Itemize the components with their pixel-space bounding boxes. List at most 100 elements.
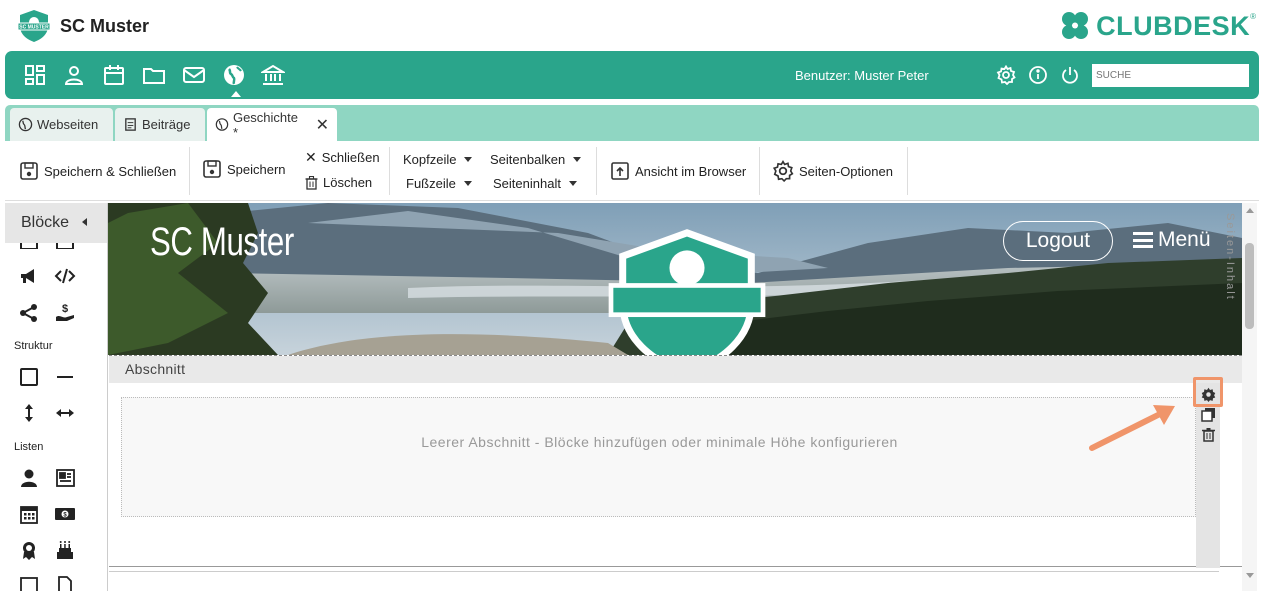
photo-list-icon[interactable] xyxy=(18,575,40,591)
footer-dropdown-label: Fußzeile xyxy=(406,176,456,191)
page-content-dropdown-label: Seiteninhalt xyxy=(493,176,561,191)
scroll-thumb[interactable] xyxy=(1245,243,1254,329)
globe-icon xyxy=(18,117,33,132)
blocks-sidebar: Blöcke $ Struktur Listen $ xyxy=(5,203,107,591)
brand[interactable]: SC MUSTER SC Muster xyxy=(16,9,149,43)
toolbar-divider xyxy=(189,147,190,195)
save-close-button[interactable]: Speichern & Schließen xyxy=(19,161,176,181)
save-button[interactable]: Speichern xyxy=(202,159,286,179)
calendar-icon[interactable] xyxy=(102,63,126,87)
close-icon[interactable]: ✕ xyxy=(316,115,329,135)
svg-text:$: $ xyxy=(62,303,68,315)
preview-scrollbar[interactable] xyxy=(1242,203,1257,591)
save-label: Speichern xyxy=(227,161,286,177)
trash-icon xyxy=(305,175,318,190)
trash-icon[interactable] xyxy=(1201,427,1216,442)
bank-icon[interactable] xyxy=(259,63,287,87)
hamburger-icon xyxy=(1133,232,1153,248)
gear-icon xyxy=(772,160,794,182)
code-icon[interactable] xyxy=(54,265,76,287)
group-label-lists: Listen xyxy=(14,441,44,453)
clubdesk-logo: CLUBDESK ® xyxy=(1058,10,1256,42)
group-label-structure: Struktur xyxy=(14,340,53,352)
highlight-box xyxy=(1193,377,1223,407)
toolbar-divider xyxy=(389,147,390,195)
toolbar-divider xyxy=(907,147,908,195)
open-in-browser-icon xyxy=(611,162,629,180)
section-tool-rail xyxy=(1196,383,1220,568)
delete-label: Löschen xyxy=(323,175,373,190)
info-icon[interactable] xyxy=(1028,65,1048,85)
document-icon xyxy=(125,118,136,131)
vertical-spacer-icon[interactable] xyxy=(18,402,40,424)
award-icon[interactable] xyxy=(18,539,40,561)
section-title[interactable]: Abschnitt xyxy=(109,356,1242,383)
scroll-down-icon[interactable] xyxy=(1246,573,1254,578)
news-list-icon[interactable] xyxy=(54,467,76,489)
close-icon: ✕ xyxy=(305,149,317,165)
toolbar-divider xyxy=(759,147,760,195)
member-list-icon[interactable] xyxy=(18,467,40,489)
donation-icon[interactable]: $ xyxy=(54,302,76,324)
page-content-dropdown[interactable]: Seiteninhalt xyxy=(493,176,577,191)
logout-button[interactable]: Logout xyxy=(1003,221,1113,261)
tab-beitraege[interactable]: Beiträge xyxy=(115,108,205,141)
globe-icon[interactable] xyxy=(222,63,246,87)
page-preview: SC Muster Logout Menü Abschnitt Leerer A… xyxy=(107,203,1257,591)
current-user-label: Benutzer: Muster Peter xyxy=(795,68,929,83)
page-content-side-label: Seiten-Inhalt xyxy=(1224,213,1236,301)
blocks-panel-title: Blöcke xyxy=(21,214,70,231)
birthday-cake-icon[interactable] xyxy=(54,539,76,561)
save-icon xyxy=(203,160,221,178)
person-icon[interactable] xyxy=(62,63,86,87)
tab-webseiten[interactable]: Webseiten xyxy=(10,108,113,141)
site-title: SC Muster xyxy=(150,220,294,264)
folder-icon[interactable] xyxy=(142,63,166,87)
menu-label: Menü xyxy=(1158,228,1211,251)
clover-icon xyxy=(1062,12,1089,39)
save-close-label: Speichern & Schließen xyxy=(44,163,177,179)
collapse-left-icon[interactable] xyxy=(82,218,87,226)
mail-icon[interactable] xyxy=(182,63,206,87)
megaphone-icon[interactable] xyxy=(18,265,40,287)
registered-mark: ® xyxy=(1250,12,1256,21)
tab-geschichte[interactable]: Geschichte * ✕ xyxy=(207,108,337,141)
page-options-button[interactable]: Seiten-Optionen xyxy=(772,160,893,182)
app-name: SC Muster xyxy=(60,15,150,36)
chevron-down-icon xyxy=(568,181,577,186)
toolbar-divider xyxy=(596,147,597,195)
view-in-browser-button[interactable]: Ansicht im Browser xyxy=(610,161,746,181)
scroll-up-icon[interactable] xyxy=(1246,208,1254,213)
divider-block-icon[interactable] xyxy=(54,366,76,388)
delete-button[interactable]: Löschen xyxy=(305,175,372,190)
settings-icon[interactable] xyxy=(996,64,1016,86)
tab-label: Beiträge xyxy=(142,117,191,132)
dashboard-icon[interactable] xyxy=(23,63,47,87)
menu-button[interactable]: Menü xyxy=(1133,228,1211,252)
footer-dropdown[interactable]: Fußzeile xyxy=(406,176,472,191)
badge-text: SC MUSTER xyxy=(19,25,49,31)
gallery-block-icon[interactable] xyxy=(54,243,76,249)
copy-icon[interactable] xyxy=(1201,407,1216,422)
empty-section-hint: Leerer Abschnitt - Blöcke hinzufügen ode… xyxy=(421,434,898,450)
sidebar-dropdown[interactable]: Seitenbalken xyxy=(490,152,582,167)
box-block-icon[interactable] xyxy=(18,366,40,388)
empty-section-dropzone[interactable]: Leerer Abschnitt - Blöcke hinzufügen ode… xyxy=(121,397,1196,517)
save-icon xyxy=(20,162,38,180)
image-block-icon[interactable] xyxy=(18,243,40,249)
search-input[interactable] xyxy=(1092,64,1249,87)
view-in-browser-label: Ansicht im Browser xyxy=(635,163,747,179)
header-dropdown[interactable]: Kopfzeile xyxy=(403,152,473,167)
tab-label: Webseiten xyxy=(37,117,99,132)
event-list-icon[interactable] xyxy=(18,503,40,525)
share-icon[interactable] xyxy=(18,302,40,324)
horizontal-spacer-icon[interactable] xyxy=(54,402,76,424)
power-icon[interactable] xyxy=(1060,65,1080,85)
blocks-panel-header[interactable]: Blöcke xyxy=(5,203,107,243)
chevron-down-icon xyxy=(573,157,582,162)
close-button[interactable]: ✕ Schließen xyxy=(305,149,380,166)
file-list-icon[interactable] xyxy=(54,575,76,591)
next-section-edge xyxy=(109,571,1219,591)
clubdesk-wordmark: CLUBDESK xyxy=(1096,10,1251,41)
money-list-icon[interactable]: $ xyxy=(54,503,76,525)
